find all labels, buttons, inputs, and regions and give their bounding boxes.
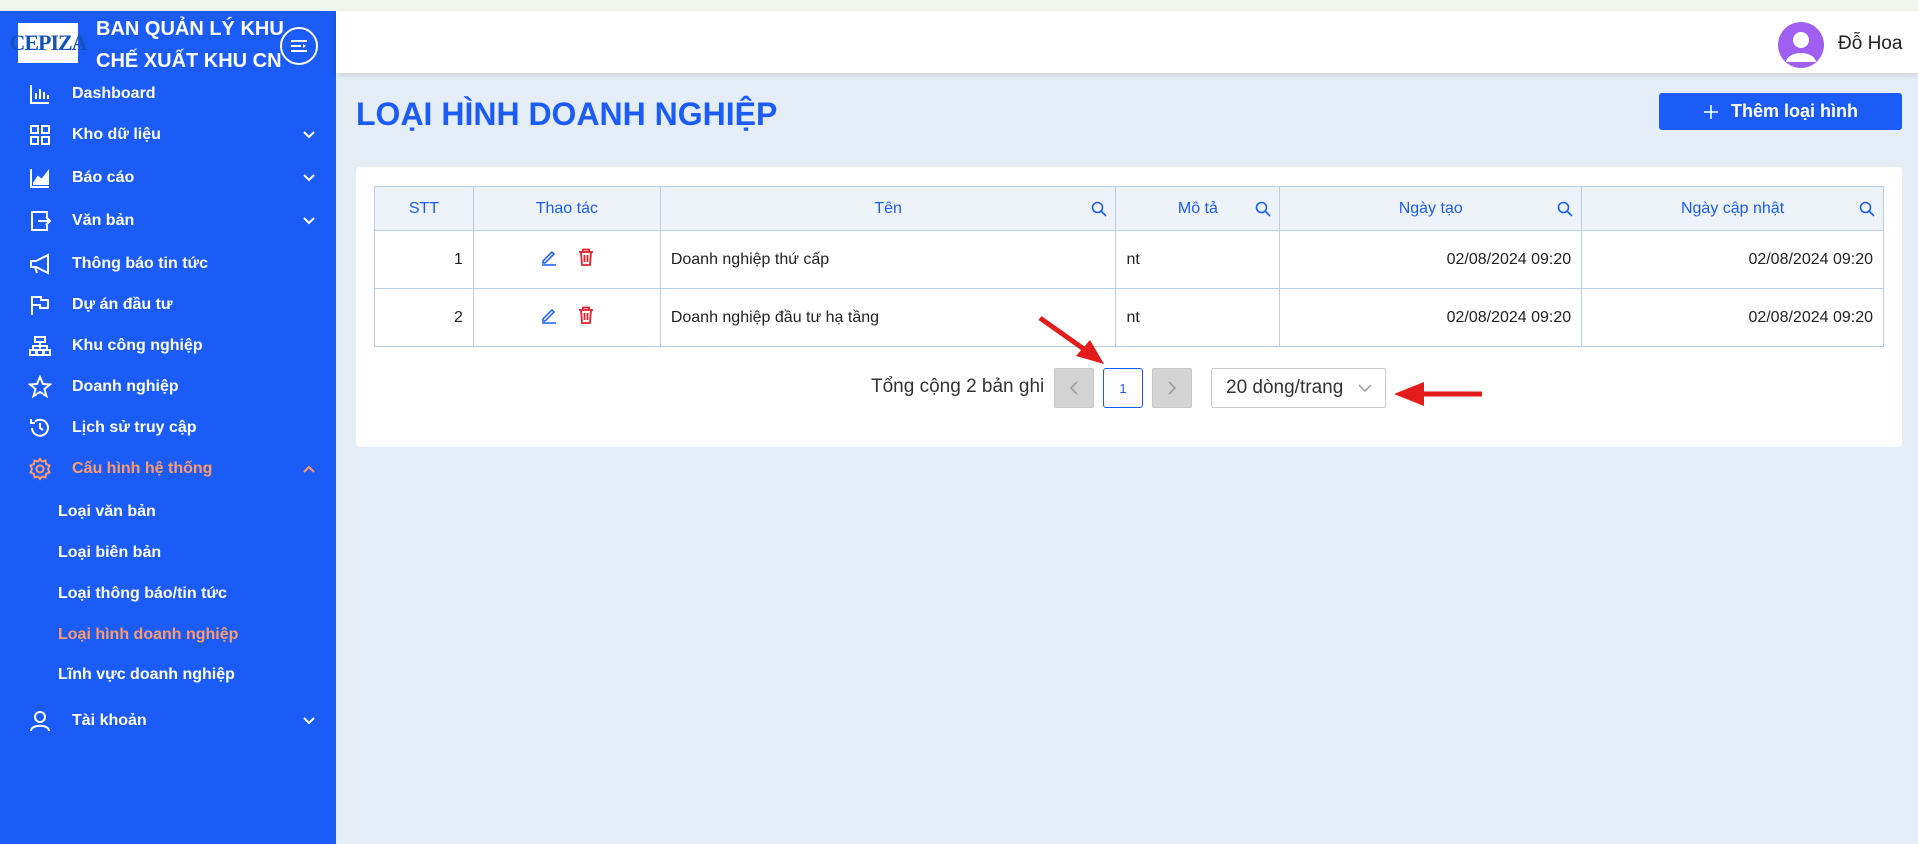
cell-stt: 1 — [374, 230, 474, 289]
page-size-value: 20 dòng/trang — [1226, 377, 1344, 398]
cell-updated: 02/08/2024 09:20 — [1581, 288, 1884, 347]
page-size-select[interactable]: 20 dòng/trang — [1211, 368, 1386, 408]
column-header-actions: Thao tác — [472, 186, 661, 231]
chevron-down-icon — [302, 214, 316, 228]
history-icon — [28, 416, 52, 440]
chevron-down-icon — [302, 128, 316, 142]
delete-icon[interactable] — [578, 248, 594, 271]
enterprise-types-table: STT Thao tác Tên Mô tả Ngày tạo Ngày cập… — [374, 186, 1884, 347]
sidebar-item-label: Doanh nghiệp — [72, 378, 179, 395]
grid-icon — [28, 123, 52, 147]
sidebar-item-news[interactable]: Thông báo tin tức — [0, 246, 336, 282]
edit-icon[interactable] — [540, 248, 558, 271]
search-icon[interactable] — [1091, 201, 1108, 217]
chevron-down-icon — [302, 171, 316, 185]
edit-icon[interactable] — [540, 306, 558, 329]
sidebar-item-accounts[interactable]: Tài khoản — [0, 703, 336, 739]
cell-actions — [472, 230, 661, 289]
export-icon — [28, 209, 52, 233]
column-header-stt: STT — [374, 186, 474, 231]
user-avatar-icon — [1786, 32, 1816, 62]
sidebar-item-label: Lịch sử truy cập — [72, 419, 197, 436]
brand-title: BAN QUẢN LÝ KHU CHẾ XUẤT KHU CN — [96, 18, 284, 72]
plus-icon — [1703, 104, 1718, 119]
next-page-button[interactable] — [1152, 368, 1192, 408]
sidebar-item-industrial-zones[interactable]: Khu công nghiệp — [0, 328, 336, 364]
sidebar-item-label: Báo cáo — [72, 169, 135, 186]
chevron-down-icon — [1358, 384, 1372, 392]
sidebar-item-projects[interactable]: Dự án đầu tư — [0, 287, 336, 323]
bar-chart-icon — [28, 82, 52, 106]
cell-created: 02/08/2024 09:20 — [1279, 288, 1583, 347]
menu-fold-icon — [291, 40, 307, 52]
sidebar-subitem-enterprise-types[interactable]: Loại hình doanh nghiệp — [58, 626, 238, 644]
top-header — [336, 11, 1918, 73]
column-header-name: Tên — [659, 186, 1117, 231]
page-title: LOẠI HÌNH DOANH NGHIỆP — [356, 96, 778, 132]
sidebar-item-label: Văn bản — [72, 212, 135, 229]
gear-icon — [28, 457, 52, 481]
chevron-right-icon — [1168, 381, 1177, 395]
cell-description: nt — [1115, 230, 1281, 289]
sidebar: CEPIZA BAN QUẢN LÝ KHU CHẾ XUẤT KHU CN D… — [0, 11, 336, 844]
cluster-icon — [28, 334, 52, 358]
column-header-updated: Ngày cập nhật — [1581, 186, 1884, 231]
browser-top-strip — [0, 0, 1918, 11]
table-row: 1 Doanh nghiệp thứ cấp nt 02/08/2024 09:… — [374, 230, 1884, 289]
sidebar-item-label: Khu công nghiệp — [72, 337, 203, 354]
username[interactable]: Đỗ Hoa — [1838, 33, 1902, 55]
column-header-description: Mô tả — [1115, 186, 1281, 231]
area-chart-icon — [28, 166, 52, 190]
search-icon[interactable] — [1557, 201, 1573, 217]
sidebar-item-label: Kho dữ liệu — [72, 126, 161, 143]
sidebar-subitem-document-types[interactable]: Loại văn bản — [58, 503, 156, 521]
cell-name: Doanh nghiệp thứ cấp — [659, 230, 1117, 289]
sidebar-item-label: Tài khoản — [72, 712, 147, 729]
column-header-created: Ngày tạo — [1279, 186, 1583, 231]
sidebar-item-label: Cấu hình hệ thống — [72, 460, 213, 477]
cell-stt: 2 — [374, 288, 474, 347]
annotation-arrow-icon — [1394, 382, 1482, 406]
search-icon[interactable] — [1859, 201, 1875, 217]
megaphone-icon — [28, 252, 52, 276]
brand: CEPIZA BAN QUẢN LÝ KHU CHẾ XUẤT KHU CN — [0, 11, 336, 73]
delete-icon[interactable] — [578, 306, 594, 329]
sidebar-subitem-news-types[interactable]: Loại thông báo/tin tức — [58, 585, 227, 603]
chevron-down-icon — [302, 714, 316, 728]
table-header-row: STT Thao tác Tên Mô tả Ngày tạo Ngày cập… — [374, 186, 1884, 231]
pagination-total: Tổng cộng 2 bản ghi — [871, 376, 1045, 397]
sidebar-item-reports[interactable]: Báo cáo — [0, 160, 336, 196]
flag-icon — [28, 293, 52, 317]
sidebar-item-system-config[interactable]: Cấu hình hệ thống — [0, 451, 336, 487]
cepiza-logo: CEPIZA — [9, 23, 88, 63]
add-type-button[interactable]: Thêm loại hình — [1659, 93, 1902, 130]
sidebar-subitem-enterprise-fields[interactable]: Lĩnh vực doanh nghiệp — [58, 666, 235, 684]
cell-created: 02/08/2024 09:20 — [1279, 230, 1583, 289]
sidebar-item-access-history[interactable]: Lịch sử truy cập — [0, 410, 336, 446]
cell-updated: 02/08/2024 09:20 — [1581, 230, 1884, 289]
sidebar-item-documents[interactable]: Văn bản — [0, 203, 336, 239]
sidebar-item-data-store[interactable]: Kho dữ liệu — [0, 117, 336, 153]
sidebar-item-label: Dự án đầu tư — [72, 296, 173, 313]
sidebar-item-label: Thông báo tin tức — [72, 255, 209, 272]
sidebar-item-dashboard[interactable]: Dashboard — [0, 76, 336, 112]
sidebar-item-enterprises[interactable]: Doanh nghiệp — [0, 369, 336, 405]
sidebar-item-label: Dashboard — [72, 85, 156, 102]
chevron-up-icon — [302, 462, 316, 476]
add-type-button-label: Thêm loại hình — [1730, 101, 1858, 121]
annotation-arrow-icon — [1038, 315, 1104, 364]
page-number-current[interactable]: 1 — [1103, 368, 1143, 408]
cell-description: nt — [1115, 288, 1281, 347]
prev-page-button[interactable] — [1054, 368, 1094, 408]
chevron-left-icon — [1069, 381, 1078, 395]
search-icon[interactable] — [1255, 201, 1271, 217]
star-icon — [28, 375, 52, 399]
cell-actions — [472, 288, 661, 347]
user-icon — [28, 709, 52, 733]
sidebar-subitem-minute-types[interactable]: Loại biên bản — [58, 544, 161, 562]
table-row: 2 Doanh nghiệp đầu tư hạ tầng nt 02/08/2… — [374, 288, 1884, 347]
collapse-sidebar-button[interactable] — [280, 27, 318, 65]
user-avatar[interactable] — [1778, 22, 1824, 68]
